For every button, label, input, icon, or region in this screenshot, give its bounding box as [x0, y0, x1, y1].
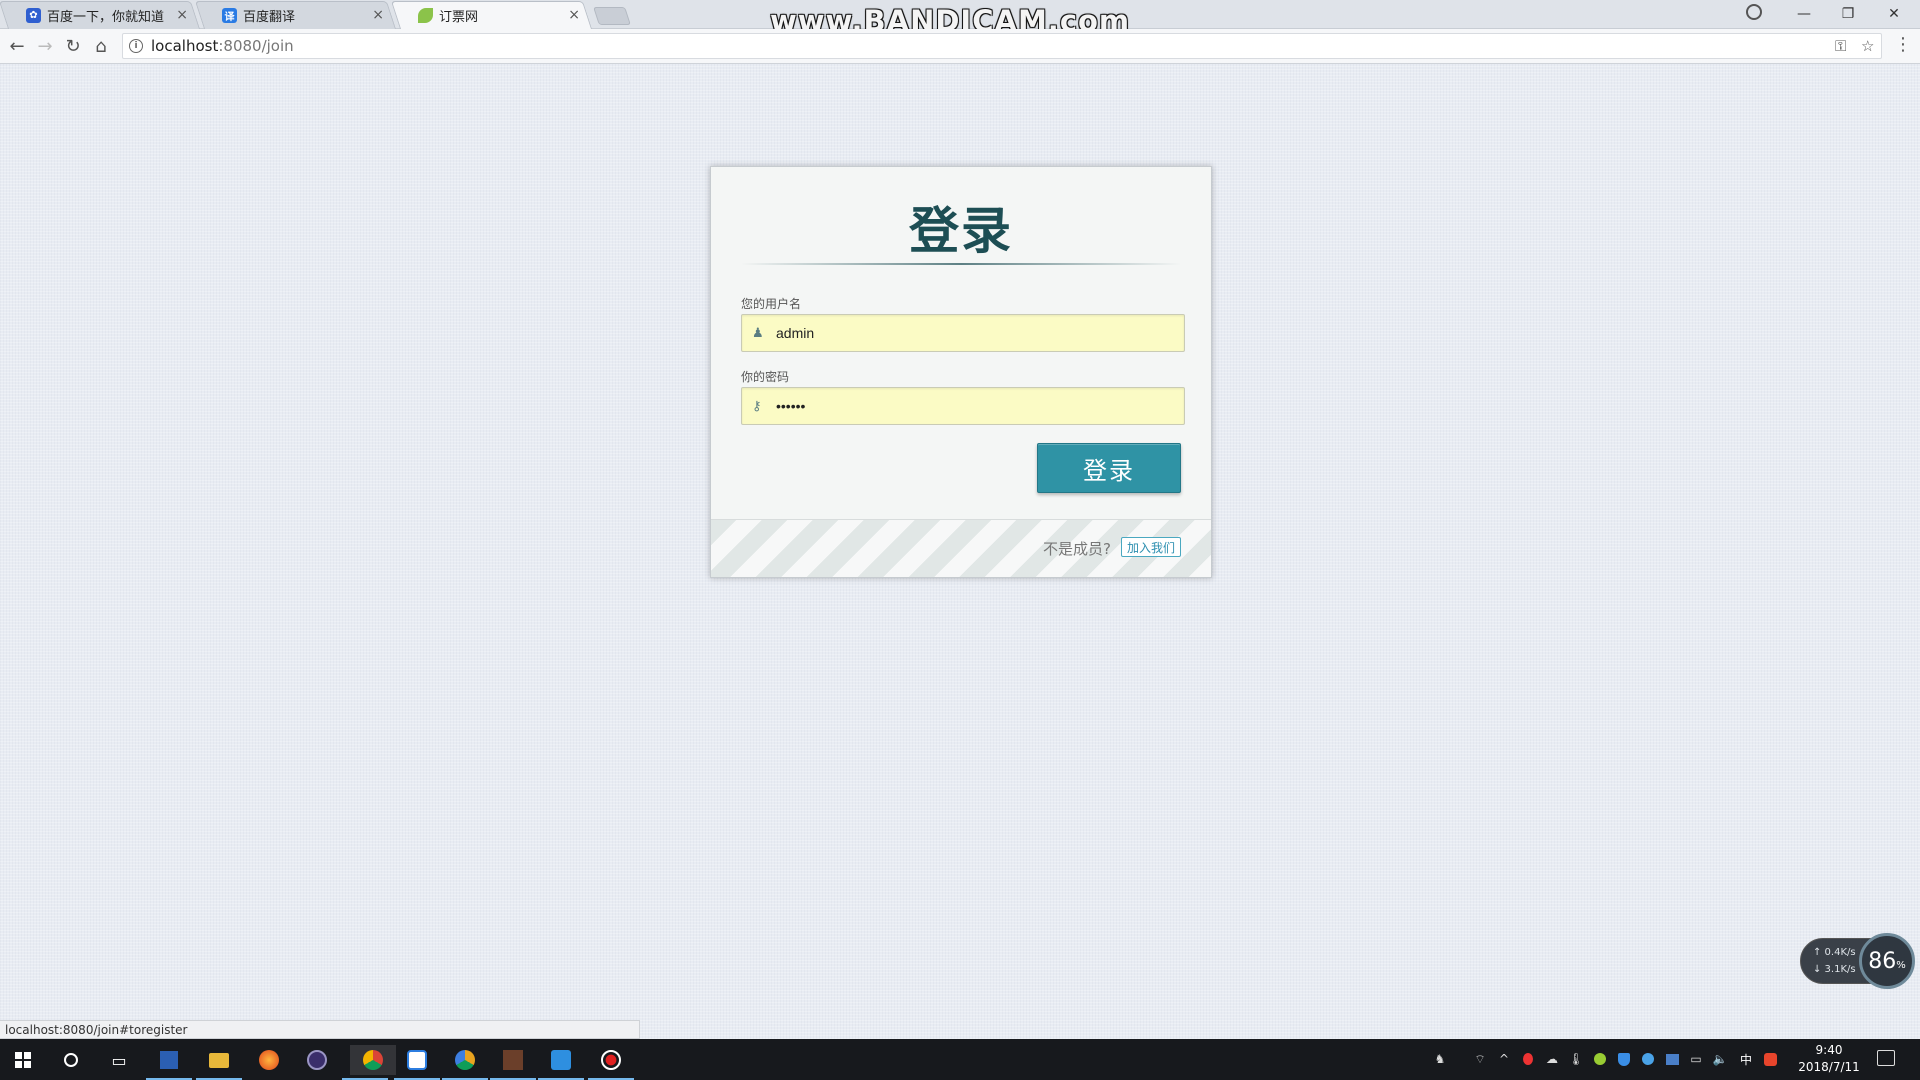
reload-button[interactable]: ↻	[60, 34, 86, 58]
browser-tabstrip: ✿ 百度一下，你就知道 × 译 百度翻译 × 订票网 × www.BANDICA…	[0, 0, 1920, 38]
ws-office-icon[interactable]	[538, 1045, 584, 1080]
address-bar[interactable]: i localhost :8080/join ⚿ ☆	[122, 33, 1882, 59]
tab-booking[interactable]: 订票网 ×	[390, 1, 592, 29]
cloud-sync-icon[interactable]	[1640, 1051, 1656, 1067]
login-footer: 不是成员? 加入我们	[711, 519, 1211, 577]
game-icon[interactable]	[490, 1045, 536, 1080]
page-content: 登录 您的用户名 ♟ 你的密码 ⚷ •••••• 登录 不是成员? 加入我们	[0, 64, 1920, 1039]
login-card: 登录 您的用户名 ♟ 你的密码 ⚷ •••••• 登录 不是成员? 加入我们	[710, 166, 1212, 578]
key-icon[interactable]: ⚿	[1835, 37, 1846, 55]
clock-date: 2018/7/11	[1798, 1060, 1860, 1074]
record-icon[interactable]	[588, 1045, 634, 1080]
thermometer-icon[interactable]: 🌡	[1568, 1051, 1584, 1067]
username-input[interactable]	[776, 325, 1176, 341]
monitor-icon[interactable]	[1664, 1051, 1680, 1067]
chrome-icon[interactable]	[342, 1045, 396, 1080]
tab-baidu-translate[interactable]: 译 百度翻译 ×	[194, 1, 396, 29]
profile-icon[interactable]	[1746, 4, 1762, 20]
not-member-text: 不是成员?	[1043, 540, 1111, 558]
browser-menu-icon[interactable]: ⋮	[1894, 34, 1912, 55]
key-icon: ⚷	[752, 398, 762, 414]
sogou-icon[interactable]	[1762, 1051, 1778, 1067]
close-icon[interactable]: ×	[568, 7, 580, 23]
status-url-bubble: localhost:8080/join#toregister	[0, 1020, 640, 1039]
baidu-netdisk-icon[interactable]	[394, 1045, 440, 1080]
people-icon[interactable]: ♞	[1432, 1051, 1448, 1067]
tab-baidu[interactable]: ✿ 百度一下，你就知道 ×	[0, 1, 200, 29]
task-view-icon[interactable]: ▭	[104, 1045, 134, 1075]
info-icon[interactable]: i	[129, 39, 143, 53]
title-divider	[741, 263, 1181, 265]
baidu-translate-icon: 译	[222, 7, 237, 23]
firefox-icon[interactable]	[254, 1045, 284, 1075]
restore-button[interactable]: ❐	[1826, 3, 1870, 25]
volume-icon[interactable]: 🔈	[1712, 1051, 1728, 1067]
display-icon[interactable]: ▭	[1688, 1051, 1704, 1067]
chrome-canary-icon[interactable]	[442, 1045, 488, 1080]
green-app-icon[interactable]	[1592, 1051, 1608, 1067]
back-button[interactable]: ←	[4, 34, 30, 58]
clock-time: 9:40	[1815, 1043, 1843, 1057]
contacts-app-icon[interactable]	[146, 1045, 192, 1080]
password-label: 你的密码	[741, 370, 790, 384]
shield-icon[interactable]	[1616, 1051, 1632, 1067]
network-speed-widget[interactable]: ↑ 0.4K/s ↓ 3.1K/s 86%	[1800, 933, 1915, 989]
tab-title: 订票网	[439, 9, 479, 25]
close-icon[interactable]: ×	[372, 7, 384, 23]
chevron-up-icon[interactable]: ^	[1496, 1051, 1512, 1067]
login-button[interactable]: 登录	[1037, 443, 1181, 493]
tab-title: 百度一下，你就知道	[47, 9, 165, 25]
qq-icon[interactable]	[1520, 1051, 1536, 1067]
memory-percent-value: 86	[1868, 948, 1897, 974]
login-title: 登录	[909, 201, 1013, 260]
user-icon: ♟	[752, 325, 764, 341]
download-rate: ↓ 3.1K/s	[1813, 964, 1856, 975]
upload-rate: ↑ 0.4K/s	[1813, 947, 1856, 958]
star-icon[interactable]: ☆	[1861, 37, 1874, 55]
leaf-icon	[418, 7, 433, 23]
forward-button[interactable]: →	[32, 34, 58, 58]
file-explorer-icon[interactable]	[196, 1045, 242, 1080]
windows-taskbar: ▭ ♞ ⌔ ^ ☁ 🌡 ▭ 🔈 中 9:40 2018/7/11	[0, 1039, 1920, 1080]
url-path: :8080/join	[218, 37, 294, 55]
ime-indicator[interactable]: 中	[1738, 1051, 1754, 1067]
url-host: localhost	[151, 37, 219, 55]
username-label: 您的用户名	[741, 297, 802, 311]
eclipse-icon[interactable]	[302, 1045, 332, 1075]
notification-icon[interactable]	[1877, 1050, 1895, 1066]
username-field[interactable]: ♟	[741, 314, 1185, 352]
wifi-icon[interactable]: ⌔	[1472, 1051, 1488, 1067]
memory-percent-unit: %	[1896, 959, 1906, 971]
network-tray-icon[interactable]: ☁	[1544, 1051, 1560, 1067]
password-field[interactable]: ⚷ ••••••	[741, 387, 1185, 425]
new-tab-button[interactable]	[593, 7, 631, 25]
baidu-paw-icon: ✿	[26, 7, 41, 23]
cortana-icon[interactable]	[56, 1045, 86, 1075]
password-input[interactable]: ••••••	[776, 398, 1176, 414]
minimize-button[interactable]: —	[1782, 3, 1826, 25]
browser-toolbar: ← → ↻ ⌂ i localhost :8080/join ⚿ ☆ ⋮	[0, 29, 1920, 64]
memory-percent: 86%	[1859, 933, 1915, 989]
home-button[interactable]: ⌂	[88, 34, 114, 58]
taskbar-clock[interactable]: 9:40 2018/7/11	[1794, 1042, 1864, 1076]
close-icon[interactable]: ×	[176, 7, 188, 23]
join-us-link[interactable]: 加入我们	[1120, 537, 1181, 557]
close-window-button[interactable]: ✕	[1872, 3, 1916, 25]
tab-title: 百度翻译	[243, 9, 296, 25]
windows-start-icon[interactable]	[8, 1045, 38, 1075]
